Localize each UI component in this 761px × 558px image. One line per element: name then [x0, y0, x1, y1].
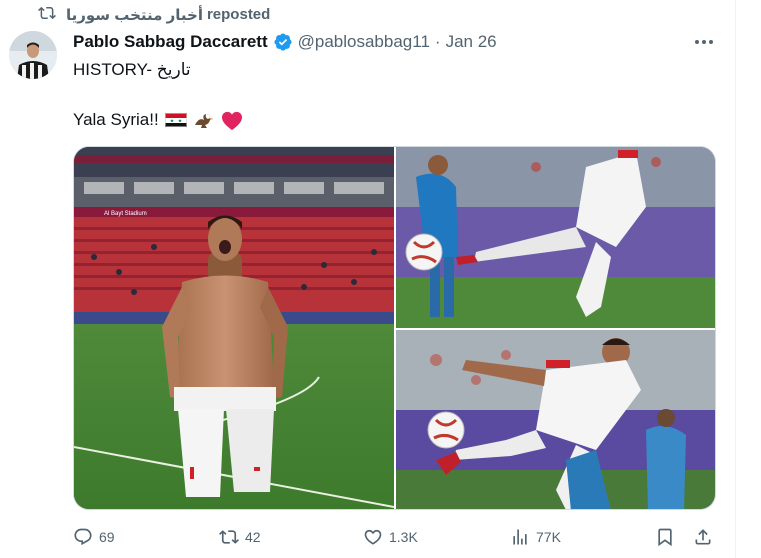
repost-label: reposted: [206, 6, 271, 23]
repost-context[interactable]: أخبار منتخب سوريا reposted: [38, 5, 270, 25]
repost-action-icon: [219, 527, 239, 547]
share-icon: [693, 527, 713, 547]
author-handle[interactable]: @pablosabbag11: [298, 32, 430, 52]
header-separator: ·: [434, 32, 441, 51]
post-text-line-2: Yala Syria!!: [73, 110, 243, 131]
syria-flag-icon: [164, 111, 187, 129]
author-avatar[interactable]: [9, 31, 57, 79]
media-grid[interactable]: Al Bayt Stadium: [73, 146, 716, 510]
verified-badge-icon: [273, 32, 293, 52]
like-count: 1.3K: [389, 529, 418, 545]
views-chart-icon: [510, 527, 530, 547]
bookmark-button[interactable]: [655, 524, 675, 550]
post-date[interactable]: Jan 26: [446, 32, 497, 52]
repost-icon: [38, 4, 56, 26]
share-button[interactable]: [693, 524, 713, 550]
views-button[interactable]: 77K: [510, 524, 561, 550]
views-count: 77K: [536, 529, 561, 545]
timeline-divider: [735, 0, 736, 558]
post-text-line-1: HISTORY- تاريخ: [73, 60, 191, 79]
player-volley-photo[interactable]: [396, 330, 715, 509]
reply-icon: [73, 527, 93, 547]
reply-button[interactable]: 69: [73, 524, 115, 550]
red-heart-icon: [221, 111, 243, 131]
bookmark-icon: [655, 527, 675, 547]
like-button[interactable]: 1.3K: [363, 524, 418, 550]
player-celebration-photo[interactable]: Al Bayt Stadium: [74, 147, 394, 509]
repost-button[interactable]: 42: [219, 524, 261, 550]
repost-account-name[interactable]: أخبار منتخب سوريا: [66, 6, 203, 24]
post-actions: 69 42 1.3K 77K: [73, 524, 718, 550]
player-kick-photo[interactable]: [396, 147, 715, 328]
author-name[interactable]: Pablo Sabbag Daccarett: [73, 32, 268, 52]
like-heart-icon: [363, 527, 383, 547]
stadium-banner: Al Bayt Stadium: [104, 211, 147, 217]
post-text-yala: Yala Syria!!: [73, 110, 159, 129]
reply-count: 69: [99, 529, 115, 545]
post-header: Pablo Sabbag Daccarett @pablosabbag11 · …: [73, 31, 497, 53]
more-options-icon[interactable]: [692, 33, 716, 51]
repost-count: 42: [245, 529, 261, 545]
eagle-icon: [193, 111, 215, 129]
